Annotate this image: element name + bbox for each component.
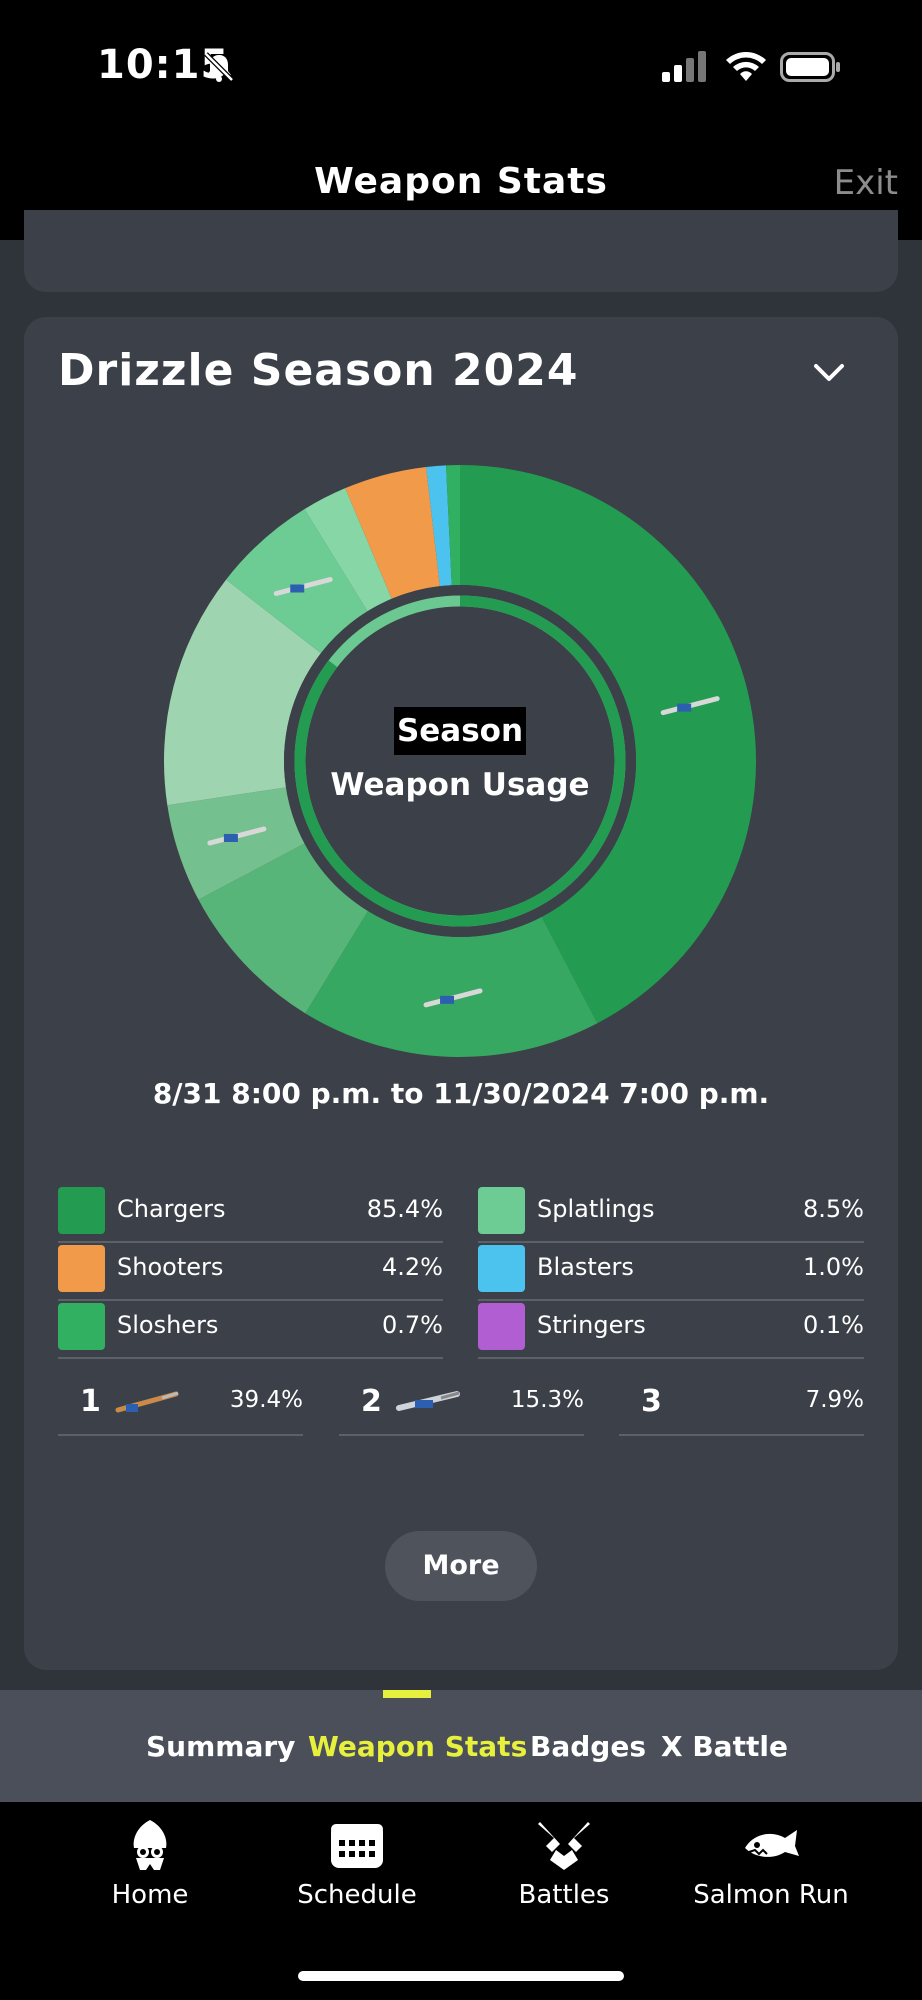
wifi-icon	[726, 52, 766, 81]
legend-percent: 0.1%	[803, 1311, 864, 1339]
rank-number: 3	[641, 1384, 662, 1419]
rank-item-3[interactable]: 3 7.9%	[619, 1372, 864, 1436]
legend-label: Sloshers	[117, 1311, 219, 1339]
rank-percent: 39.4%	[229, 1387, 303, 1413]
rank-item-1[interactable]: 1 39.4%	[58, 1372, 303, 1436]
legend-item-stringers: Stringers 0.1%	[478, 1299, 864, 1359]
nav-label: Home	[111, 1880, 189, 1910]
nav-battles[interactable]: Battles	[474, 1818, 654, 1910]
status-bar: 10:15	[0, 0, 922, 135]
bell-muted-icon	[204, 52, 234, 82]
squid-icon	[133, 1820, 167, 1870]
legend-percent: 0.7%	[382, 1311, 443, 1339]
slosher-icon	[58, 1303, 105, 1350]
nav-label: Battles	[518, 1880, 610, 1910]
nav-label: Salmon Run	[693, 1880, 849, 1910]
previous-card	[24, 210, 898, 292]
nav-label: Schedule	[297, 1880, 417, 1910]
exit-button[interactable]: Exit	[834, 163, 898, 203]
nav-schedule[interactable]: Schedule	[267, 1818, 447, 1910]
legend-percent: 8.5%	[803, 1195, 864, 1223]
legend-item-blasters: Blasters 1.0%	[478, 1241, 864, 1301]
rank-percent: 7.9%	[805, 1387, 864, 1413]
rank-percent: 15.3%	[510, 1387, 584, 1413]
stringer-icon	[478, 1303, 525, 1350]
more-button[interactable]: More	[385, 1531, 537, 1601]
date-range: 8/31 8:00 p.m. to 11/30/2024 7:00 p.m.	[152, 1077, 770, 1110]
legend-item-sloshers: Sloshers 0.7%	[58, 1299, 443, 1359]
salmon-icon	[745, 1830, 799, 1857]
charger-weapon-icon	[115, 1391, 179, 1413]
charger-icon	[58, 1187, 105, 1234]
charger-weapon-icon	[396, 1391, 460, 1411]
legend-label: Splatlings	[537, 1195, 655, 1223]
legend-item-shooters: Shooters 4.2%	[58, 1241, 443, 1301]
weapon-usage-donut-chart	[163, 465, 756, 1057]
chevron-down-icon[interactable]	[812, 361, 846, 385]
tab-badges[interactable]: Badges	[530, 1730, 646, 1763]
cellular-signal-icon	[662, 51, 706, 82]
home-indicator	[298, 1971, 624, 1981]
legend-item-splatlings: Splatlings 8.5%	[478, 1183, 864, 1243]
legend-percent: 4.2%	[382, 1253, 443, 1281]
season-title: Drizzle Season 2024	[58, 345, 579, 396]
weapon-grip	[440, 995, 455, 1004]
weapon-grip	[223, 833, 238, 842]
rank-number: 2	[361, 1384, 382, 1419]
tab-x-battle[interactable]: X Battle	[661, 1730, 788, 1763]
weapon-grip	[290, 584, 305, 593]
legend-label: Stringers	[537, 1311, 646, 1339]
legend-percent: 85.4%	[366, 1195, 443, 1223]
rank-item-2[interactable]: 2 15.3%	[339, 1372, 584, 1436]
nav-home[interactable]: Home	[60, 1818, 240, 1910]
battery-icon	[780, 52, 840, 82]
legend-item-chargers: Chargers 85.4%	[58, 1183, 443, 1243]
page-title: Weapon Stats	[314, 161, 608, 202]
calendar-icon	[331, 1824, 383, 1868]
donut-hole	[284, 585, 636, 937]
tab-weapon-stats[interactable]: Weapon Stats	[308, 1730, 527, 1763]
nav-salmon-run[interactable]: Salmon Run	[681, 1818, 861, 1910]
season-card: Drizzle Season 2024 Season Weapon Usage …	[24, 317, 898, 1670]
active-tab-indicator	[383, 1690, 431, 1698]
battles-icon	[538, 1822, 590, 1870]
legend-label: Blasters	[537, 1253, 634, 1281]
blaster-icon	[478, 1245, 525, 1292]
splatling-icon	[478, 1187, 525, 1234]
weapon-usage-label: Weapon Usage	[330, 767, 590, 803]
rank-number: 1	[80, 1384, 101, 1419]
weapon-grip	[677, 703, 692, 712]
legend-label: Shooters	[117, 1253, 224, 1281]
tab-summary[interactable]: Summary	[146, 1730, 295, 1763]
legend-percent: 1.0%	[803, 1253, 864, 1281]
shooter-icon	[58, 1245, 105, 1292]
season-badge: Season	[394, 707, 526, 755]
legend-label: Chargers	[117, 1195, 226, 1223]
